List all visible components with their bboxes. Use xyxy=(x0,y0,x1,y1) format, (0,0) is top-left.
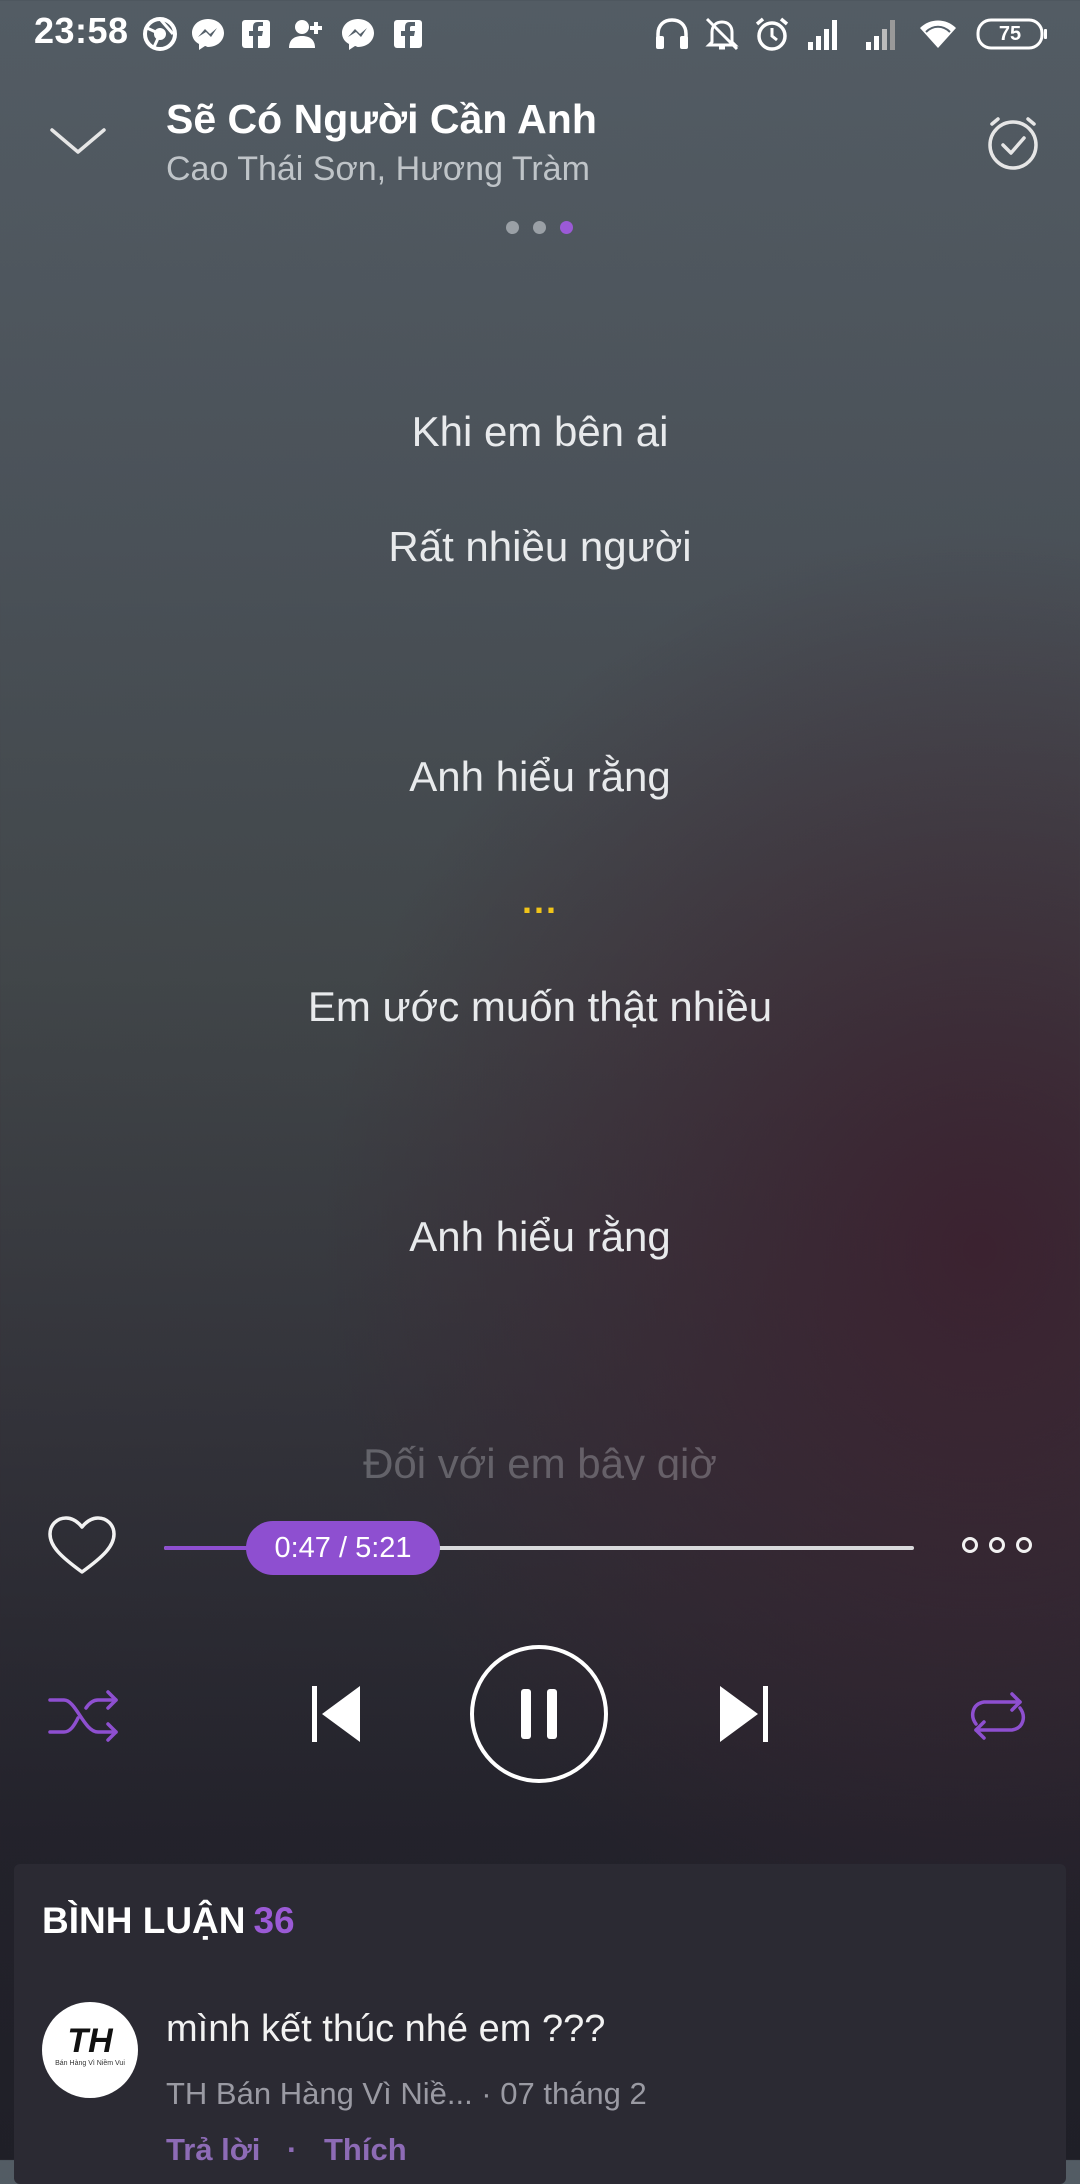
alarm-icon xyxy=(752,14,792,54)
lyric-line: Anh hiểu rằng xyxy=(409,753,671,800)
like-link[interactable]: Thích xyxy=(324,2132,407,2167)
facebook-icon xyxy=(236,14,276,54)
pause-icon xyxy=(521,1689,557,1739)
messenger-icon xyxy=(188,14,228,54)
wifi-icon xyxy=(918,14,958,54)
comment-text: mình kết thúc nhé em ??? xyxy=(166,2008,606,2050)
lyric-line-faded: Đối với em bây giờ xyxy=(363,1440,717,1480)
status-time: 23:58 xyxy=(34,10,129,51)
avatar-logo-text: TH xyxy=(67,2022,113,2060)
battery-icon: 75 xyxy=(976,18,1048,50)
more-options-icon[interactable] xyxy=(960,1530,1034,1560)
headphones-icon xyxy=(652,14,692,54)
comments-count: 36 xyxy=(253,1900,295,1941)
lyric-line: Khi em bên ai xyxy=(411,408,669,455)
page-dot-1[interactable] xyxy=(506,221,519,234)
page-dot-3-active[interactable] xyxy=(560,221,573,234)
status-bar: 23:58 75 xyxy=(0,0,1080,70)
song-title: Sẽ Có Người Cần Anh xyxy=(166,96,597,142)
comment-meta: TH Bán Hàng Vì Niề... · 07 tháng 2 xyxy=(166,2076,647,2111)
shuffle-icon[interactable] xyxy=(46,1686,122,1746)
battery-level: 75 xyxy=(998,23,1022,45)
lyric-ellipsis: ... xyxy=(521,880,558,921)
favorite-heart-icon[interactable] xyxy=(46,1514,118,1578)
next-track-icon[interactable] xyxy=(714,1680,774,1748)
chrome-icon xyxy=(140,14,180,54)
comments-header[interactable]: BÌNH LUẬN 36 xyxy=(42,1900,295,1942)
reply-link[interactable]: Trả lời xyxy=(166,2132,260,2167)
messenger-icon xyxy=(338,14,378,54)
add-friend-icon xyxy=(286,14,326,54)
comments-title: BÌNH LUẬN xyxy=(42,1900,246,1941)
lyric-line: Rất nhiều người xyxy=(388,523,692,570)
mute-icon xyxy=(702,14,742,54)
pause-button[interactable] xyxy=(470,1645,608,1783)
seek-bar-thumb-time[interactable]: 0:47 / 5:21 xyxy=(246,1521,440,1575)
signal-icon xyxy=(862,14,902,54)
lyric-line-current: Em ước muốn thật nhiều xyxy=(307,983,773,1030)
repeat-icon[interactable] xyxy=(962,1686,1034,1746)
page-indicator[interactable] xyxy=(504,218,574,234)
signal-icon xyxy=(804,14,844,54)
comment-actions: Trả lời · Thích xyxy=(166,2132,407,2168)
avatar[interactable]: TH Bán Hàng Vì Niềm Vui xyxy=(42,2002,138,2098)
song-artists[interactable]: Cao Thái Sơn, Hương Tràm xyxy=(166,150,590,189)
sleep-timer-alarm-icon[interactable] xyxy=(982,112,1044,174)
action-separator: · xyxy=(287,2132,298,2167)
avatar-logo-subtext: Bán Hàng Vì Niềm Vui xyxy=(55,2060,125,2067)
page-dot-2[interactable] xyxy=(533,221,546,234)
collapse-chevron-down-icon[interactable] xyxy=(48,112,108,172)
lyric-line: Anh hiểu rằng xyxy=(409,1213,671,1260)
previous-track-icon[interactable] xyxy=(306,1680,366,1748)
facebook-icon xyxy=(388,14,428,54)
